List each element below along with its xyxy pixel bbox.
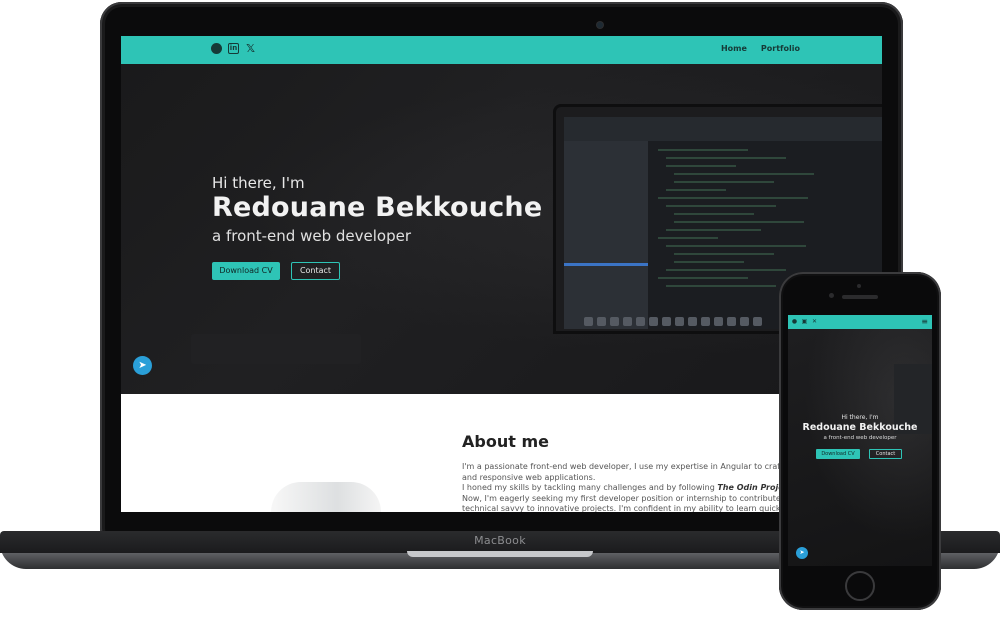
github-icon[interactable] [211,43,222,54]
x-icon[interactable]: ✕ [811,318,818,325]
mobile-hero-section: Hi there, I'm Redouane Bekkouche a front… [788,329,932,566]
nav-links: Home Portfolio [721,44,800,53]
file-tree-pane [564,141,648,329]
telegram-icon[interactable]: ➤ [133,356,152,375]
nav-home-link[interactable]: Home [721,44,747,53]
mobile-contact-button[interactable]: Contact [869,449,902,459]
laptop-camera [597,22,603,28]
github-icon[interactable]: ● [791,318,798,325]
about-title: About me [462,432,549,451]
phone-sensor [857,284,861,288]
mobile-navbar: ● ▣ ✕ ≡ [788,315,932,329]
mobile-hero-role: a front-end web developer [823,435,897,441]
device-mockup: MacBook in 𝕏 Home Portfolio Hi there, I'… [0,0,1000,620]
nav-portfolio-link[interactable]: Portfolio [761,44,800,53]
dock-bar [584,317,794,327]
phone-home-button [845,571,875,601]
about-image [271,482,381,512]
linkedin-icon[interactable]: ▣ [801,318,808,325]
hero-background-books [191,334,361,364]
telegram-icon[interactable]: ➤ [796,547,808,559]
mobile-hero-greeting: Hi there, I'm [841,414,879,421]
mobile-download-cv-button[interactable]: Download CV [816,449,860,459]
social-links: in 𝕏 [211,43,256,54]
laptop-hinge-notch [407,551,593,557]
phone-camera [829,293,834,298]
mobile-social-links: ● ▣ ✕ [791,318,818,325]
hamburger-menu-icon[interactable]: ≡ [921,317,928,327]
hero-greeting: Hi there, I'm [212,174,305,192]
mobile-hero-name: Redouane Bekkouche [802,422,918,433]
hero-role: a front-end web developer [212,227,411,245]
phone-frame: ● ▣ ✕ ≡ Hi there, I'm Redouane Bekkouche… [779,272,941,610]
hero-section: Hi there, I'm Redouane Bekkouche a front… [121,64,882,394]
linkedin-icon[interactable]: in [228,43,239,54]
download-cv-button[interactable]: Download CV [212,262,280,280]
phone-screen: ● ▣ ✕ ≡ Hi there, I'm Redouane Bekkouche… [788,315,932,566]
x-icon[interactable]: 𝕏 [245,43,256,54]
navbar: in 𝕏 Home Portfolio [121,36,882,64]
about-section: About me I'm a passionate front-end web … [121,394,882,512]
laptop-screen: in 𝕏 Home Portfolio Hi there, I'm Redoua… [121,36,882,512]
contact-button[interactable]: Contact [291,262,340,280]
hero-name: Redouane Bekkouche [212,192,543,223]
phone-speaker [842,295,878,299]
